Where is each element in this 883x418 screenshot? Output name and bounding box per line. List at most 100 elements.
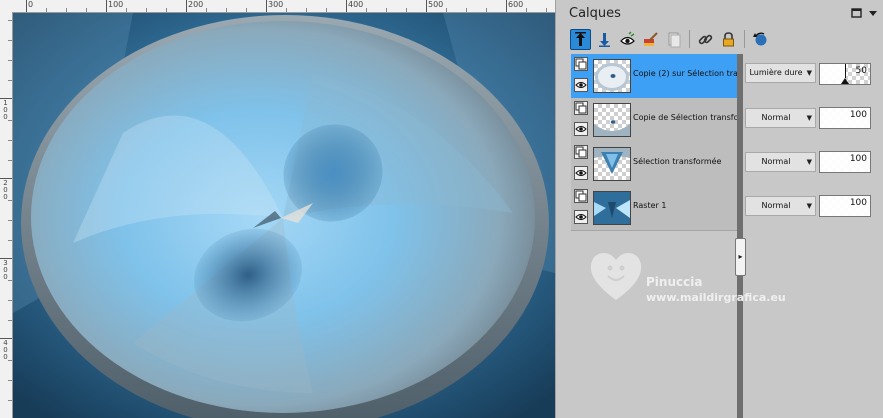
eye-icon[interactable] xyxy=(574,210,588,224)
opacity-slider[interactable]: 100 xyxy=(819,195,871,217)
lock-icon[interactable] xyxy=(719,30,738,49)
ruler-tick xyxy=(46,8,47,12)
watermark: Pinuccia www.maildirgrafica.eu xyxy=(586,238,846,308)
ruler-tick xyxy=(8,360,12,361)
ruler-tick xyxy=(106,0,107,12)
ruler-label: 4 0 0 xyxy=(3,339,8,361)
ruler-label: 500 xyxy=(428,0,444,9)
opacity-value: 100 xyxy=(849,198,867,208)
opacity-pointer-icon xyxy=(841,78,849,84)
ruler-label: 400 xyxy=(348,0,364,9)
layer-row[interactable]: Raster 1 xyxy=(571,186,739,231)
ruler-tick xyxy=(8,140,12,141)
ruler-tick xyxy=(346,0,347,12)
ruler-tick xyxy=(406,8,407,12)
layer-name: Copie de Sélection transfo xyxy=(633,113,737,122)
heart-icon xyxy=(590,252,642,300)
watermark-url: www.maildirgrafica.eu xyxy=(646,291,786,304)
layers-toolbar xyxy=(570,28,770,50)
layer-thumbnail xyxy=(593,147,631,181)
ruler-tick xyxy=(8,20,12,21)
opacity-value: 100 xyxy=(849,110,867,120)
panel-menu-icon[interactable] xyxy=(867,7,879,19)
layer-row[interactable]: Copie (2) sur Sélection trar xyxy=(571,54,739,99)
blend-mode-select[interactable]: Normal ▼ xyxy=(745,152,816,172)
horizontal-ruler: 0 100 200 300 400 500 600 xyxy=(0,0,555,13)
toolbar-separator xyxy=(744,30,745,48)
paint-brush-icon[interactable] xyxy=(641,30,660,49)
vertical-ruler: 1 0 0 2 0 0 3 0 0 4 0 0 xyxy=(0,12,13,418)
ruler-label: 600 xyxy=(508,0,524,9)
visibility-eye-icon[interactable] xyxy=(618,30,637,49)
opacity-slider[interactable]: 100 xyxy=(819,151,871,173)
layer-group-icon[interactable] xyxy=(574,145,588,159)
layer-group-icon[interactable] xyxy=(574,101,588,115)
ruler-tick xyxy=(146,8,147,12)
ruler-tick xyxy=(166,8,167,12)
opacity-slider[interactable]: 100 xyxy=(819,107,871,129)
chevron-down-icon: ▼ xyxy=(806,158,812,166)
watermark-name: Pinuccia xyxy=(646,275,703,289)
ruler-tick xyxy=(26,0,27,12)
layer-thumbnail xyxy=(593,103,631,137)
ruler-tick xyxy=(306,8,307,12)
layer-name: Raster 1 xyxy=(633,201,667,210)
ruler-label: 0 xyxy=(28,0,34,9)
eye-icon[interactable] xyxy=(574,166,588,180)
ruler-tick xyxy=(446,8,447,12)
document-icon[interactable] xyxy=(664,30,683,49)
opacity-value: 100 xyxy=(849,154,867,164)
ruler-tick xyxy=(8,40,12,41)
ruler-tick xyxy=(466,8,467,12)
ruler-tick xyxy=(126,8,127,12)
ruler-tick xyxy=(8,80,12,81)
opacity-value: 50 xyxy=(855,66,867,76)
layer-thumbnail xyxy=(593,191,631,225)
ruler-tick xyxy=(66,8,67,12)
panel-header: Calques xyxy=(556,0,883,26)
layer-group-icon[interactable] xyxy=(574,189,588,203)
ruler-tick xyxy=(8,400,12,401)
eye-icon[interactable] xyxy=(574,122,588,136)
ruler-tick xyxy=(8,320,12,321)
ruler-tick xyxy=(226,8,227,12)
eye-icon[interactable] xyxy=(574,78,588,92)
ruler-tick xyxy=(86,8,87,12)
blend-mode-select[interactable]: Normal ▼ xyxy=(745,108,816,128)
ruler-tick xyxy=(8,120,12,121)
ruler-tick xyxy=(366,8,367,12)
chevron-down-icon: ▼ xyxy=(806,114,812,122)
opacity-slider[interactable]: 50 xyxy=(819,63,871,85)
move-up-icon[interactable] xyxy=(570,28,591,50)
blend-mode-value: Lumière dure xyxy=(749,68,803,77)
ruler-label: 1 0 0 xyxy=(3,99,8,121)
ruler-tick xyxy=(546,8,547,12)
rotate-reset-icon[interactable] xyxy=(751,30,770,49)
ruler-tick xyxy=(526,8,527,12)
blend-mode-select[interactable]: Lumière dure ▼ xyxy=(745,63,816,83)
ruler-tick xyxy=(8,380,12,381)
panel-splitter[interactable] xyxy=(737,54,743,418)
ruler-tick xyxy=(8,240,12,241)
maximize-icon[interactable] xyxy=(851,7,863,19)
ruler-tick xyxy=(186,0,187,12)
layers-panel: Calques Copie (2) sur Sélection trar Cop… xyxy=(555,0,883,418)
ruler-tick xyxy=(426,0,427,12)
blend-mode-value: Normal xyxy=(761,201,791,210)
layer-group-icon[interactable] xyxy=(574,57,588,71)
layer-row[interactable]: Copie de Sélection transfo xyxy=(571,98,739,143)
ruler-tick xyxy=(8,300,12,301)
ruler-tick xyxy=(8,160,12,161)
image-canvas[interactable] xyxy=(13,13,555,418)
link-chain-icon[interactable] xyxy=(696,30,715,49)
layer-thumbnail xyxy=(593,59,631,93)
ruler-tick xyxy=(8,60,12,61)
ruler-tick xyxy=(206,8,207,12)
move-down-icon[interactable] xyxy=(595,30,614,49)
blend-mode-value: Normal xyxy=(761,157,791,166)
toolbar-separator xyxy=(689,30,690,48)
layers-list: Copie (2) sur Sélection trar Copie de Sé… xyxy=(571,54,739,231)
ruler-tick xyxy=(8,220,12,221)
layer-row[interactable]: Sélection transformée xyxy=(571,142,739,187)
blend-mode-select[interactable]: Normal ▼ xyxy=(745,196,816,216)
